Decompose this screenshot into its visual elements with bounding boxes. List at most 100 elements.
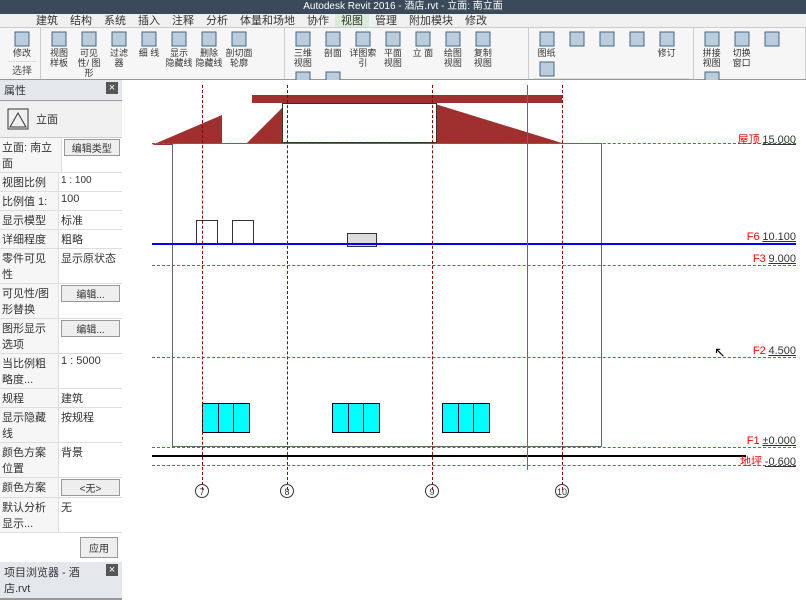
level-label-F6[interactable]: F6 10.100: [747, 231, 796, 243]
close-icon[interactable]: ×: [106, 564, 118, 576]
instance-name[interactable]: 立面: 南立面: [0, 138, 61, 172]
ribbon-显示隐藏线[interactable]: 显示 隐藏线: [165, 30, 193, 78]
elevation-icon: [6, 107, 30, 131]
level-label-F1[interactable]: F1 ±0.000: [747, 435, 796, 447]
prop-val[interactable]: 100: [61, 193, 79, 205]
prop-val[interactable]: 显示原状态: [61, 253, 116, 265]
menu-修改[interactable]: 修改: [459, 14, 493, 27]
ribbon-删除隐藏线[interactable]: 删除 隐藏线: [195, 30, 223, 78]
grid-bubble-7[interactable]: 7: [195, 484, 209, 498]
level-line-F3[interactable]: [152, 265, 796, 266]
prop-val[interactable]: 背景: [61, 447, 83, 459]
apply-button[interactable]: 应用: [80, 537, 118, 558]
close-icon[interactable]: ×: [106, 82, 118, 94]
menu-分析[interactable]: 分析: [200, 14, 234, 27]
ribbon-平面视图[interactable]: 平面 视图: [379, 30, 407, 68]
ribbon-拼接视图[interactable]: 拼接 视图: [698, 30, 726, 68]
menu-管理[interactable]: 管理: [369, 14, 403, 27]
menu-视图[interactable]: 视图: [335, 14, 369, 27]
level-label-F3[interactable]: F3 9.000: [753, 253, 796, 265]
prop-key: 显示模型: [0, 211, 58, 229]
level-line-F1[interactable]: [152, 447, 796, 448]
menu-系统[interactable]: 系统: [98, 14, 132, 27]
properties-title: 属性 ×: [0, 80, 122, 101]
prop-val[interactable]: 无: [61, 502, 72, 514]
browser-title: 项目浏览器 - 酒店.rvt: [4, 564, 106, 596]
menu-插入[interactable]: 插入: [132, 14, 166, 27]
grid-bubble-9[interactable]: 9: [425, 484, 439, 498]
ribbon-btn[interactable]: [533, 60, 561, 78]
ribbon-视图样板[interactable]: 视图 样板: [45, 30, 73, 78]
prop-key: 规程: [0, 389, 58, 407]
ribbon-细线[interactable]: 细 线: [135, 30, 163, 78]
grid-bubble-8[interactable]: 8: [280, 484, 294, 498]
ribbon-btn[interactable]: [563, 30, 591, 58]
type-selector[interactable]: 立面: [0, 101, 122, 138]
ribbon-btn[interactable]: [758, 30, 786, 68]
ribbon-图纸[interactable]: 图纸: [533, 30, 561, 58]
menu-附加模块[interactable]: 附加模块: [403, 14, 459, 27]
wall: [172, 143, 602, 447]
level-line-地坪[interactable]: [152, 465, 796, 466]
ribbon-立面[interactable]: 立 面: [409, 30, 437, 68]
menu-建筑[interactable]: 建筑: [30, 14, 64, 27]
ground-line: [152, 455, 746, 457]
menu-bar: 建筑结构系统插入注释分析体量和场地协作视图管理附加模块修改: [0, 14, 806, 28]
edit-type-button[interactable]: 编辑类型: [64, 139, 121, 156]
drawing-canvas[interactable]: 屋顶 15.000 F6 10.100 F3 9.000 F2 4.500 F1 ±0.…: [122, 80, 806, 500]
level-label-地坪[interactable]: 地坪 -0.600: [740, 453, 796, 469]
menu-协作[interactable]: 协作: [301, 14, 335, 27]
grid-10[interactable]: [562, 85, 563, 490]
roof: [252, 95, 562, 103]
prop-val[interactable]: 建筑: [61, 393, 83, 405]
ribbon-复制视图[interactable]: 复制 视图: [469, 30, 497, 68]
prop-val[interactable]: 粗略: [61, 234, 83, 246]
ribbon-btn[interactable]: [593, 30, 621, 58]
ribbon-剖切面轮廓[interactable]: 剖切面 轮廓: [225, 30, 253, 78]
ribbon-切换窗口[interactable]: 切换 窗口: [728, 30, 756, 68]
roof: [152, 115, 222, 145]
ribbon-过滤器[interactable]: 过滤 器: [105, 30, 133, 78]
title-bar: Autodesk Revit 2016 - 酒店.rvt - 立面: 南立面: [0, 0, 806, 14]
level-line-F6[interactable]: [152, 243, 796, 245]
prop-val[interactable]: 按规程: [61, 412, 94, 424]
ribbon-剖面[interactable]: 剖面: [319, 30, 347, 68]
prop-key: 详细程度: [0, 230, 58, 248]
prop-key: 颜色方案位置: [0, 443, 58, 477]
grid-bubble-10[interactable]: 10: [555, 484, 569, 498]
grid-7[interactable]: [202, 85, 203, 490]
prop-key: 视图比例: [0, 173, 58, 191]
menu-结构[interactable]: 结构: [64, 14, 98, 27]
prop-key: 图形显示选项: [0, 319, 58, 353]
properties-label: 属性: [4, 82, 26, 98]
menu-体量和场地[interactable]: 体量和场地: [234, 14, 301, 27]
ribbon-绘图视图[interactable]: 绘图 视图: [439, 30, 467, 68]
window: [202, 403, 250, 433]
level-line-F2[interactable]: [152, 357, 796, 358]
ribbon-详图索引[interactable]: 详图索 引: [349, 30, 377, 68]
level-label-屋顶[interactable]: 屋顶 15.000: [738, 131, 796, 147]
browser-title-bar: 项目浏览器 - 酒店.rvt ×: [0, 562, 122, 599]
prop-key: 零件可见性: [0, 249, 58, 283]
element: [196, 220, 218, 244]
prop-btn[interactable]: 编辑...: [61, 285, 120, 302]
prop-val[interactable]: 1 : 5000: [61, 355, 101, 367]
element: [232, 220, 254, 244]
menu-注释[interactable]: 注释: [166, 14, 200, 27]
ribbon-可见性/图形[interactable]: 可见性/ 图形: [75, 30, 103, 78]
grid-9[interactable]: [432, 85, 433, 490]
ribbon-三维视图[interactable]: 三维 视图: [289, 30, 317, 68]
prop-btn[interactable]: 编辑...: [61, 320, 120, 337]
ribbon-btn[interactable]: [623, 30, 651, 58]
grid-8[interactable]: [287, 85, 288, 490]
prop-val[interactable]: 标准: [61, 215, 83, 227]
ribbon-修订[interactable]: 修订: [653, 30, 681, 58]
level-line-屋顶[interactable]: [152, 143, 796, 144]
prop-input[interactable]: [61, 175, 120, 186]
level-label-F2[interactable]: F2 4.500: [753, 345, 796, 357]
prop-btn[interactable]: <无>: [61, 479, 120, 496]
ribbon-修改[interactable]: 修改: [8, 30, 36, 58]
section-line[interactable]: [527, 85, 528, 470]
roof: [432, 103, 562, 143]
window: [332, 403, 380, 433]
